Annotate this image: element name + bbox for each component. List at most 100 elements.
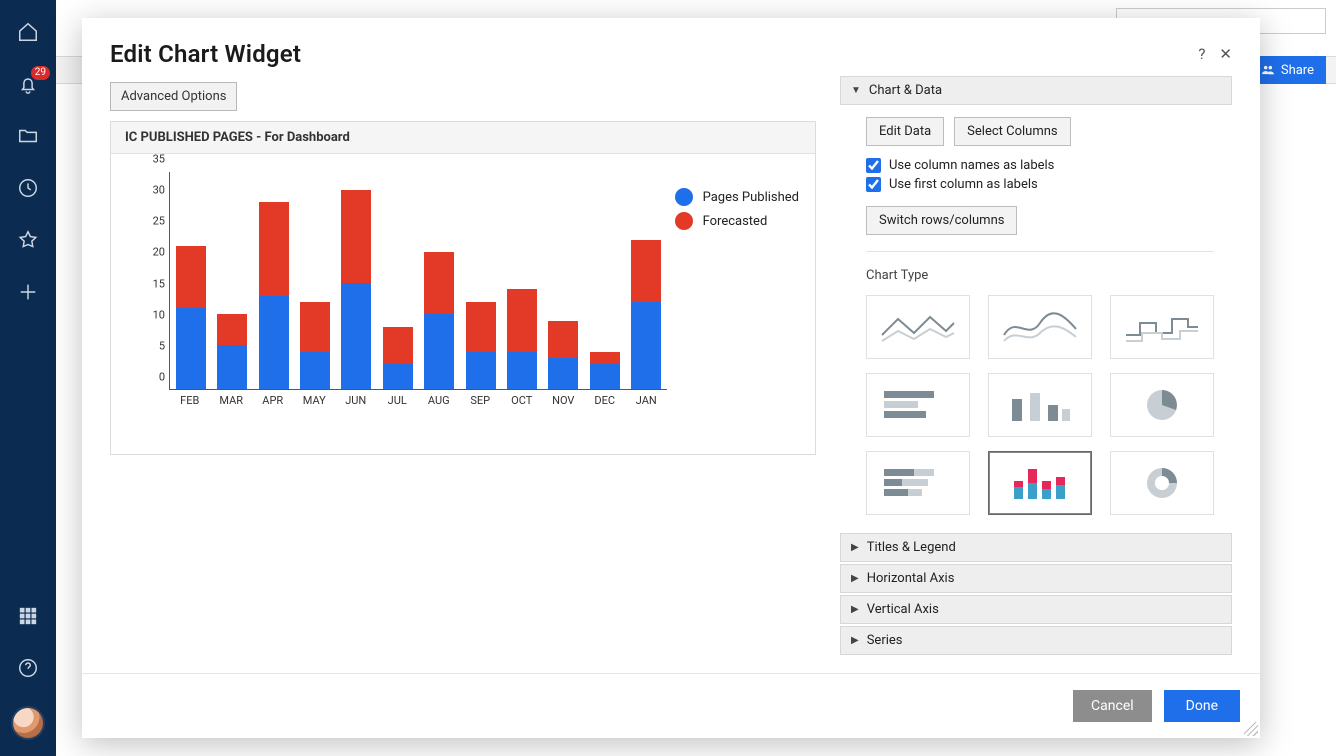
- advanced-options-button[interactable]: Advanced Options: [110, 82, 237, 111]
- legend-item-published: Pages Published: [675, 188, 799, 206]
- section-horizontal-axis[interactable]: ▶ Horizontal Axis: [840, 564, 1232, 593]
- chart-type-step-line[interactable]: [1110, 295, 1214, 359]
- x-tick-label: OCT: [507, 394, 537, 407]
- people-icon: [1261, 63, 1275, 77]
- nav-favorites[interactable]: [16, 228, 40, 252]
- chart-plot: [169, 172, 667, 390]
- chart-type-label: Chart Type: [866, 268, 1214, 283]
- bar: [300, 172, 330, 389]
- x-tick-label: JAN: [631, 394, 661, 407]
- settings-pane: ▼ Chart & Data Edit Data Select Columns …: [840, 76, 1232, 657]
- bar: [466, 172, 496, 389]
- modal-help-button[interactable]: ?: [1198, 45, 1205, 63]
- bar-segment-published: [259, 296, 289, 389]
- edit-data-button[interactable]: Edit Data: [866, 117, 944, 146]
- modal-footer: Cancel Done: [82, 673, 1260, 738]
- bar-segment-forecasted: [507, 289, 537, 351]
- bar: [341, 172, 371, 389]
- nav-rail: 29: [0, 0, 56, 756]
- chart-type-stacked-bar-vertical[interactable]: [988, 451, 1092, 515]
- chart-type-spline[interactable]: [988, 295, 1092, 359]
- bar-segment-published: [507, 352, 537, 389]
- x-tick-label: SEP: [465, 394, 495, 407]
- plus-icon: [17, 281, 39, 303]
- bar-segment-published: [383, 364, 413, 389]
- chart-type-donut[interactable]: [1110, 451, 1214, 515]
- section-label: Chart & Data: [869, 83, 942, 98]
- bar: [507, 172, 537, 389]
- chart-type-stacked-bar-horizontal[interactable]: [866, 451, 970, 515]
- bar-segment-forecasted: [548, 321, 578, 358]
- done-button[interactable]: Done: [1164, 690, 1240, 722]
- chart-type-bar-vertical[interactable]: [988, 373, 1092, 437]
- nav-badge: 29: [31, 66, 50, 80]
- select-columns-button[interactable]: Select Columns: [954, 117, 1070, 146]
- nav-notifications[interactable]: 29: [16, 72, 40, 96]
- bar: [631, 172, 661, 389]
- x-tick-label: JUL: [382, 394, 412, 407]
- checkbox-input[interactable]: [866, 177, 881, 192]
- section-label: Vertical Axis: [867, 602, 939, 617]
- section-label: Titles & Legend: [867, 540, 956, 555]
- legend-label: Pages Published: [703, 190, 799, 205]
- modal-close-button[interactable]: ✕: [1219, 45, 1232, 63]
- bar: [217, 172, 247, 389]
- x-tick-label: FEB: [175, 394, 205, 407]
- section-vertical-axis[interactable]: ▶ Vertical Axis: [840, 595, 1232, 624]
- nav-apps[interactable]: [16, 604, 40, 628]
- bar-segment-forecasted: [300, 302, 330, 352]
- nav-avatar[interactable]: [13, 708, 43, 738]
- section-chart-and-data[interactable]: ▼ Chart & Data: [840, 76, 1232, 105]
- nav-help[interactable]: [16, 656, 40, 680]
- bar-segment-forecasted: [341, 190, 371, 283]
- bar-segment-published: [466, 352, 496, 389]
- bar-segment-published: [300, 352, 330, 389]
- chart-type-bar-horizontal[interactable]: [866, 373, 970, 437]
- chart-type-line[interactable]: [866, 295, 970, 359]
- bar: [548, 172, 578, 389]
- legend-item-forecasted: Forecasted: [675, 212, 799, 230]
- bar-segment-forecasted: [259, 202, 289, 295]
- modal-header: Edit Chart Widget ? ✕: [82, 18, 1260, 76]
- chart-type-pie[interactable]: [1110, 373, 1214, 437]
- bar-segment-forecasted: [466, 302, 496, 352]
- nav-recents[interactable]: [16, 176, 40, 200]
- x-tick-label: MAR: [216, 394, 246, 407]
- switch-rows-columns-button[interactable]: Switch rows/columns: [866, 206, 1017, 235]
- cancel-button[interactable]: Cancel: [1073, 690, 1152, 722]
- bar-segment-published: [548, 358, 578, 389]
- y-tick-label: 15: [131, 277, 165, 290]
- bar-segment-forecasted: [217, 314, 247, 345]
- legend-label: Forecasted: [703, 214, 768, 229]
- x-tick-label: MAY: [299, 394, 329, 407]
- nav-create[interactable]: [16, 280, 40, 304]
- use-column-names-checkbox[interactable]: Use column names as labels: [866, 158, 1214, 173]
- chart-preview-pane: Advanced Options IC PUBLISHED PAGES - Fo…: [110, 76, 816, 657]
- section-titles-legend[interactable]: ▶ Titles & Legend: [840, 533, 1232, 562]
- bar-segment-published: [341, 283, 371, 389]
- share-button[interactable]: Share: [1249, 56, 1326, 84]
- bar-segment-published: [217, 345, 247, 389]
- share-label: Share: [1281, 63, 1314, 78]
- bar-segment-forecasted: [176, 246, 206, 308]
- section-label: Series: [867, 633, 903, 648]
- nav-home[interactable]: [16, 20, 40, 44]
- bar-segment-published: [424, 314, 454, 389]
- chevron-right-icon: ▶: [851, 604, 859, 615]
- chart-area: 05101520253035 FEBMARAPRMAYJUNJULAUGSEPO…: [111, 154, 815, 454]
- bar-segment-published: [631, 302, 661, 389]
- y-tick-label: 10: [131, 308, 165, 321]
- checkbox-input[interactable]: [866, 158, 881, 173]
- nav-folders[interactable]: [16, 124, 40, 148]
- use-first-column-checkbox[interactable]: Use first column as labels: [866, 177, 1214, 192]
- section-series[interactable]: ▶ Series: [840, 626, 1232, 655]
- modal-title: Edit Chart Widget: [110, 40, 301, 68]
- bar-segment-published: [590, 364, 620, 389]
- y-tick-label: 0: [131, 371, 165, 384]
- x-tick-label: AUG: [424, 394, 454, 407]
- divider: [866, 251, 1214, 252]
- resize-grip[interactable]: [1244, 722, 1258, 736]
- bar-segment-forecasted: [383, 327, 413, 364]
- star-icon: [17, 229, 39, 251]
- legend-dot-icon: [675, 188, 693, 206]
